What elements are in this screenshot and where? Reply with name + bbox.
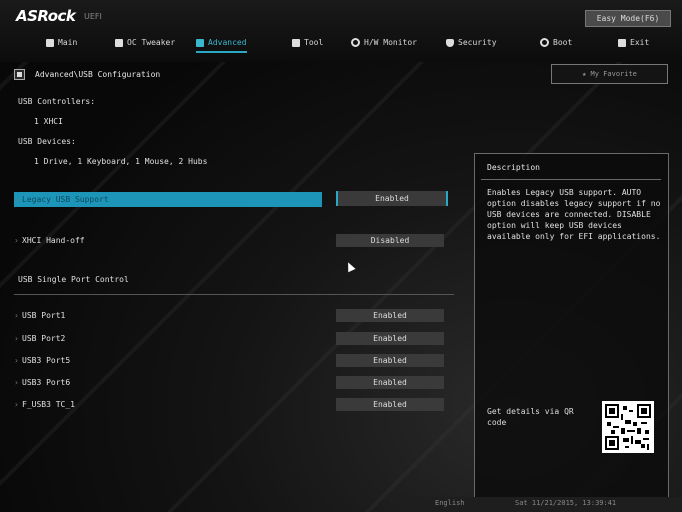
monitor-icon — [351, 38, 360, 47]
tab-tool-label: Tool — [304, 38, 324, 47]
datetime-display: Sat 11/21/2015, 13:39:41 — [515, 499, 617, 507]
usb3-port6-value[interactable]: Enabled — [336, 376, 444, 389]
tab-hw-monitor[interactable]: H/W Monitor — [351, 38, 417, 47]
description-title: Description — [487, 163, 540, 172]
description-text: Enables Legacy USB support. AUTO option … — [487, 188, 661, 241]
exit-icon — [618, 38, 626, 47]
usb3-port6-label: USB3 Port6 — [22, 378, 71, 387]
tool-icon — [292, 38, 300, 47]
usb3-port5-label: USB3 Port5 — [22, 356, 71, 365]
section-divider — [14, 294, 454, 295]
tab-security[interactable]: Security — [446, 38, 497, 47]
tab-tool[interactable]: Tool — [292, 38, 323, 47]
tab-advanced[interactable]: Advanced — [196, 38, 247, 53]
usb-port2-label: USB Port2 — [22, 334, 66, 343]
back-icon[interactable] — [14, 69, 25, 80]
usb-port2-option[interactable]: › USB Port2 — [14, 334, 65, 343]
tab-hw-monitor-label: H/W Monitor — [364, 38, 417, 47]
advanced-icon — [196, 38, 204, 47]
breadcrumb-path: Advanced\USB Configuration — [35, 70, 161, 79]
usb3-port5-value[interactable]: Enabled — [336, 354, 444, 367]
rocket-icon — [115, 38, 123, 47]
usb-devices-value: 1 Drive, 1 Keyboard, 1 Mouse, 2 Hubs — [34, 157, 208, 166]
usb-devices-label: USB Devices: — [18, 137, 76, 146]
brand-subtitle: UEFI — [84, 12, 102, 21]
shield-icon — [446, 38, 454, 47]
row-marker: › — [14, 400, 19, 409]
tab-boot-label: Boot — [553, 38, 573, 47]
tab-boot[interactable]: Boot — [540, 38, 572, 47]
tab-exit[interactable]: Exit — [618, 38, 649, 47]
row-marker: › — [14, 311, 19, 320]
status-bar: English Sat 11/21/2015, 13:39:41 — [405, 497, 682, 512]
xhci-hand-off-value[interactable]: Disabled — [336, 234, 444, 247]
top-bar: ASRock UEFI Easy Mode(F6) Main OC Tweake… — [0, 0, 682, 62]
tab-advanced-label: Advanced — [208, 38, 247, 47]
f-usb3-tc1-option[interactable]: › F_USB3 TC_1 — [14, 400, 75, 409]
usb-port2-value[interactable]: Enabled — [336, 332, 444, 345]
usb-port1-label: USB Port1 — [22, 311, 66, 320]
usb3-port5-option[interactable]: › USB3 Port5 — [14, 356, 70, 365]
xhci-hand-off-label: XHCI Hand-off — [22, 236, 85, 245]
tab-main[interactable]: Main — [46, 38, 77, 47]
qr-code-icon — [602, 401, 654, 453]
my-favorite-button[interactable]: ★ My Favorite — [551, 64, 668, 84]
usb-controllers-label: USB Controllers: — [18, 97, 96, 106]
usb-port1-value[interactable]: Enabled — [336, 309, 444, 322]
tab-security-label: Security — [458, 38, 497, 47]
main-nav: Main OC Tweaker Advanced Tool H/W Monito… — [0, 36, 682, 56]
easy-mode-button[interactable]: Easy Mode(F6) — [585, 10, 671, 27]
f-usb3-tc1-value[interactable]: Enabled — [336, 398, 444, 411]
row-marker: › — [14, 334, 19, 343]
row-marker: › — [14, 378, 19, 387]
legacy-usb-support-option[interactable]: › Legacy USB Support — [14, 195, 109, 204]
row-marker: › — [14, 195, 19, 204]
legacy-usb-support-label: Legacy USB Support — [22, 195, 109, 204]
tab-oc-tweaker[interactable]: OC Tweaker — [115, 38, 175, 47]
f-usb3-tc1-label: F_USB3 TC_1 — [22, 400, 75, 409]
language-selector[interactable]: English — [435, 499, 465, 507]
usb3-port6-option[interactable]: › USB3 Port6 — [14, 378, 70, 387]
star-icon: ★ — [582, 70, 591, 78]
usb-port1-option[interactable]: › USB Port1 — [14, 311, 65, 320]
tab-exit-label: Exit — [630, 38, 650, 47]
row-marker: › — [14, 236, 19, 245]
main-icon — [46, 38, 54, 47]
tab-main-label: Main — [58, 38, 78, 47]
power-icon — [540, 38, 549, 47]
brand-logo: ASRock — [16, 7, 76, 25]
description-divider — [481, 179, 661, 180]
tab-oc-tweaker-label: OC Tweaker — [127, 38, 176, 47]
description-panel: Description Enables Legacy USB support. … — [474, 153, 669, 500]
legacy-usb-support-value[interactable]: Enabled — [336, 191, 448, 206]
my-favorite-label: My Favorite — [590, 70, 637, 78]
xhci-hand-off-option[interactable]: › XHCI Hand-off — [14, 236, 85, 245]
section-title: USB Single Port Control — [18, 275, 129, 284]
row-marker: › — [14, 356, 19, 365]
breadcrumb: Advanced\USB Configuration — [14, 69, 160, 80]
usb-controllers-value: 1 XHCI — [34, 117, 63, 126]
qr-label: Get details via QR code — [487, 407, 574, 427]
